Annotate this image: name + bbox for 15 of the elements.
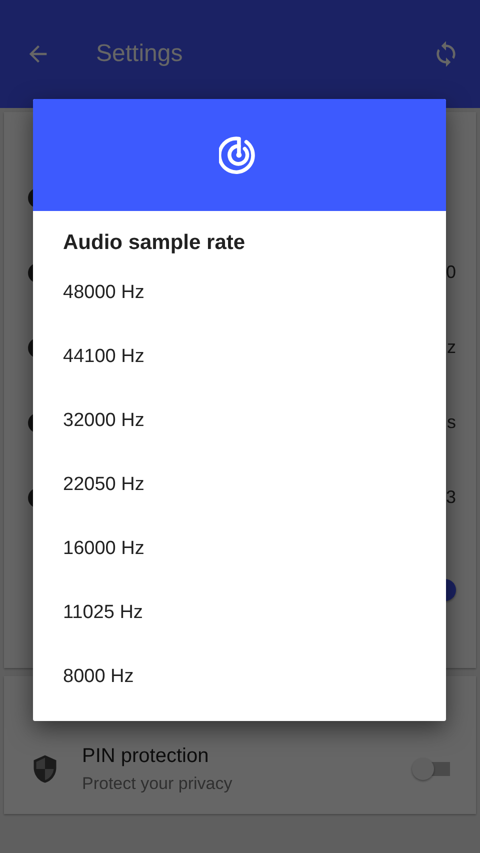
sample-rate-option[interactable]: 44100 Hz xyxy=(33,325,446,389)
setting-title: PIN protection xyxy=(82,744,210,768)
setting-value: 0 xyxy=(446,262,456,283)
setting-value: z xyxy=(447,337,456,358)
setting-value: s xyxy=(447,412,456,433)
sample-rate-option[interactable]: 22050 Hz xyxy=(33,453,446,517)
sample-rate-option[interactable]: 16000 Hz xyxy=(33,517,446,581)
sample-rate-option[interactable]: 32000 Hz xyxy=(33,389,446,453)
setting-value: 3 xyxy=(446,487,456,508)
sample-rate-option[interactable]: 8000 Hz xyxy=(33,645,446,709)
dialog-title: Audio sample rate xyxy=(62,230,246,256)
toggle-switch[interactable] xyxy=(412,758,452,780)
sample-rate-option[interactable]: 48000 Hz xyxy=(33,261,446,325)
sample-rate-option[interactable]: 11025 Hz xyxy=(33,581,446,645)
screen-title: Settings xyxy=(96,40,184,68)
